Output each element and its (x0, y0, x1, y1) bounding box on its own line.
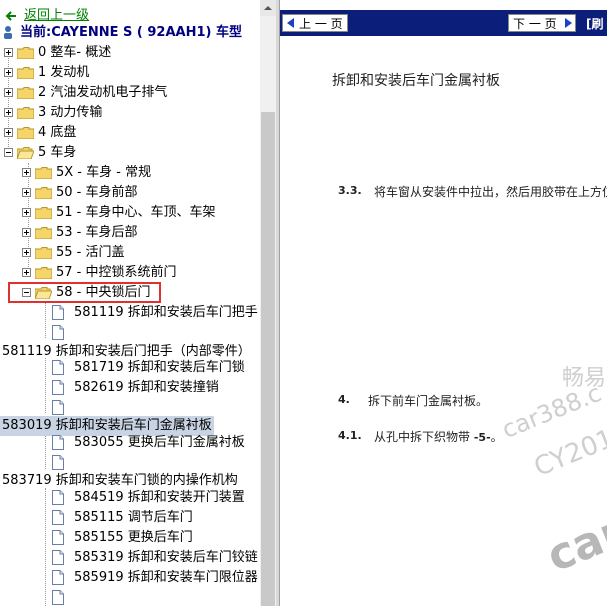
document-icon (52, 455, 64, 470)
document-icon (52, 325, 64, 340)
document-panel: 上 一 页 下 一 页 [刷 拆卸和安装后车门金属衬板 3.3. 将车窗从安装件… (280, 0, 607, 606)
document-icon (52, 570, 64, 585)
annotation-box (8, 282, 161, 303)
document-icon (52, 305, 64, 320)
doc-item-label: 581119 拆卸和安装后车门把手 (74, 305, 258, 320)
prev-arrow-icon (287, 18, 294, 28)
tree-item-label: 1 发动机 (38, 65, 90, 80)
step-number: 3.3. (338, 184, 362, 197)
tree-item-label: 2 汽油发动机电子排气 (38, 85, 168, 100)
folder-open-icon (17, 147, 34, 159)
tree-line (45, 302, 46, 338)
watermark-text: CY201 (530, 423, 607, 483)
current-model-label: 当前:CAYENNE S ( 92AAH1) 车型 (20, 25, 242, 40)
folder-icon (35, 187, 52, 199)
folder-icon (35, 247, 52, 259)
tree-item-label: 50 - 车身前部 (56, 185, 138, 200)
doc-item-label: 583055 更换后车门金属衬板 (74, 435, 245, 450)
tree-item-label: 4 底盘 (38, 125, 77, 140)
document-icon (52, 590, 64, 605)
tree-item-label: 51 - 车身中心、车顶、车架 (56, 205, 216, 220)
chevron-up-icon (264, 6, 272, 10)
doc-item-label: 584519 拆卸和安装开门装置 (74, 490, 245, 505)
tree-line (45, 358, 46, 413)
next-page-button[interactable]: 下 一 页 (508, 14, 576, 32)
doc-item-label: 582619 拆卸和安装撞销 (74, 380, 219, 395)
doc-item-label: 585919 拆卸和安装车门限位器 (74, 570, 258, 585)
tree-item-label: 0 整车- 概述 (38, 45, 112, 60)
part-ref: -5- (473, 431, 491, 444)
car-icon (4, 26, 12, 39)
page-toolbar: 上 一 页 下 一 页 [刷 (280, 10, 607, 36)
next-arrow-icon (565, 18, 572, 28)
back-arrow-icon (5, 11, 16, 21)
doc-item-label: 585155 更换后车门 (74, 530, 193, 545)
folder-icon (35, 207, 52, 219)
folder-icon (35, 227, 52, 239)
tree-item-label: 5X - 车身 - 常规 (56, 165, 152, 180)
document-icon (52, 490, 64, 505)
refresh-link[interactable]: [刷 (586, 15, 604, 32)
tree-item-label: 53 - 车身后部 (56, 225, 138, 240)
tree-item-label: 5 车身 (38, 145, 77, 160)
document-icon (52, 510, 64, 525)
document-icon (52, 380, 64, 395)
watermark-text: car (540, 505, 607, 583)
document-icon (52, 530, 64, 545)
document-icon (52, 400, 64, 415)
tree-item-label: 55 - 活门盖 (56, 245, 125, 260)
doc-item-label: 585115 调节后车门 (74, 510, 193, 525)
scroll-thumb[interactable] (261, 112, 275, 606)
folder-icon (17, 47, 34, 59)
folder-icon (35, 167, 52, 179)
tree-item-label: 3 动力传输 (38, 105, 103, 120)
document-icon (52, 435, 64, 450)
tree-panel: 返回上一级 当前:CAYENNE S ( 92AAH1) 车型 0 整车- 概述… (0, 0, 260, 606)
tree-line (45, 488, 46, 606)
scroll-up-button[interactable] (260, 0, 276, 16)
folder-icon (17, 67, 34, 79)
step-number: 4.1. (338, 429, 362, 442)
step-text: 将车窗从安装件中拉出，然后用胶带在上方位 (374, 185, 607, 199)
step-4-1: 4.1. 从孔中拆下织物带 -5-。 (338, 428, 503, 444)
step-3-3: 3.3. 将车窗从安装件中拉出，然后用胶带在上方位 (338, 183, 607, 199)
next-page-label: 下 一 页 (513, 17, 557, 31)
doc-item-label: 585319 拆卸和安装后车门铰链 (74, 550, 258, 565)
prev-page-label: 上 一 页 (299, 17, 343, 31)
step-text: 拆下前车门金属衬板。 (368, 394, 489, 408)
folder-icon (17, 107, 34, 119)
doc-item-label: 581719 拆卸和安装后车门锁 (74, 360, 245, 375)
step-text-wrap: 从孔中拆下织物带 -5-。 (374, 428, 503, 445)
folder-icon (35, 267, 52, 279)
tree-scrollbar[interactable] (260, 0, 276, 606)
document-icon (52, 360, 64, 375)
folder-icon (17, 87, 34, 99)
step-text: 从孔中拆下织物带 (374, 430, 471, 444)
doc-heading: 拆卸和安装后车门金属衬板 (332, 73, 500, 89)
folder-icon (17, 127, 34, 139)
document-icon (52, 550, 64, 565)
tree-item-label: 57 - 中控锁系统前门 (56, 265, 177, 280)
tree-line (28, 163, 29, 277)
step-4: 4. 拆下前车门金属衬板。 (338, 392, 488, 408)
step-tail: 。 (490, 430, 503, 444)
step-number: 4. (338, 393, 350, 406)
tree-line (45, 433, 46, 469)
prev-page-button[interactable]: 上 一 页 (282, 14, 348, 32)
group-title-label: 583019 拆卸和安装后车门金属衬板 (2, 418, 212, 433)
